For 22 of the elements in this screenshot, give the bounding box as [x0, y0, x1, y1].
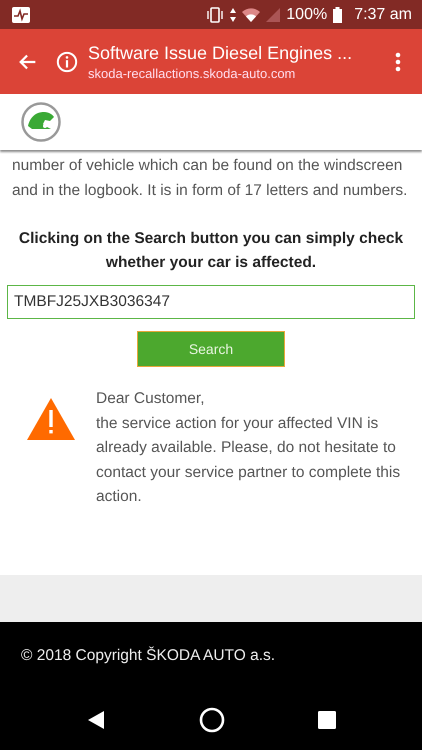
vin-input-field[interactable]: TMBFJ25JXB3036347	[7, 285, 415, 319]
battery-percentage: 100%	[286, 6, 328, 24]
more-icon	[395, 52, 401, 72]
page-url: skoda-recallactions.skoda-auto.com	[88, 66, 296, 80]
intro-text: number of vehicle which can be found on the windscreen and in the logbook. It is in form of 17 letters and numbers.	[12, 156, 408, 200]
logo-icon[interactable]	[21, 102, 61, 142]
wifi-icon	[242, 8, 260, 22]
home-nav-button[interactable]	[198, 707, 225, 733]
data-arrows-icon	[230, 8, 236, 22]
warning-icon	[26, 397, 76, 441]
page-title: Software Issue Diesel Engines ...	[88, 42, 354, 64]
info-icon[interactable]	[56, 50, 78, 72]
clock-time: 7:37 am	[354, 6, 412, 24]
notice-message: Dear Customer, the service action for your affected VIN is already available. Please, do not hesitate to contact your service partner to complete this action.	[96, 389, 402, 507]
recents-nav-button[interactable]	[318, 711, 336, 729]
vibrate-icon	[206, 6, 224, 22]
back-nav-button[interactable]	[86, 710, 106, 730]
activity-icon	[12, 6, 30, 22]
copyright-text: © 2018 Copyright ŠKODA AUTO a.s.	[21, 647, 276, 665]
battery-icon	[333, 6, 342, 22]
signal-icon	[266, 8, 280, 22]
instruction-text: Clicking on the Search button you can simply check whether your car is affected.	[18, 229, 404, 273]
